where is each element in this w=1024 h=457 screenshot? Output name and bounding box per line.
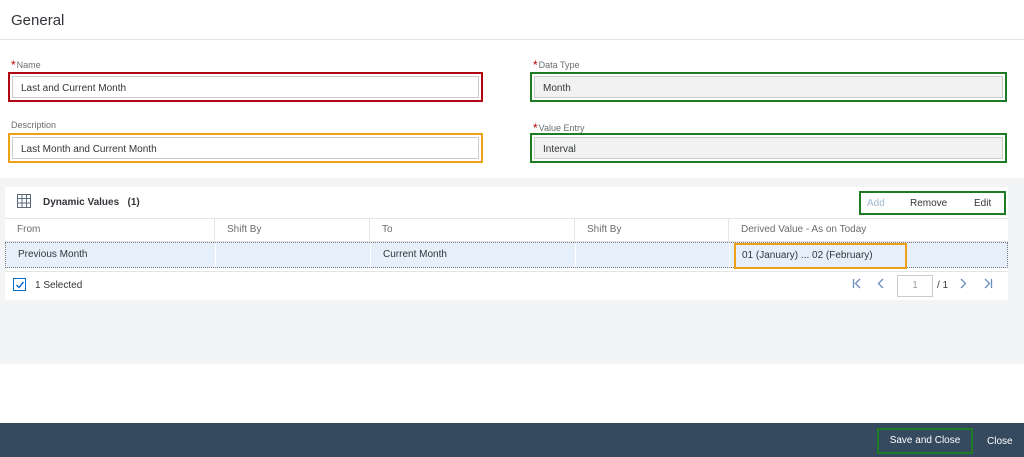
table-row[interactable]: Previous Month Current Month 01 (January… <box>5 242 1008 269</box>
page-title: General <box>11 12 65 29</box>
last-page-icon[interactable] <box>982 278 993 292</box>
table-title: Dynamic Values (1) <box>43 197 140 208</box>
data-type-field[interactable]: Month <box>530 72 1007 102</box>
table-toolbar: Dynamic Values (1) Add Remove Edit <box>5 187 1008 217</box>
value-entry-value: Interval <box>534 137 1003 159</box>
save-and-close-button[interactable]: Save and Close <box>877 428 973 454</box>
page-number-input[interactable]: 1 <box>897 275 933 297</box>
dialog-footer: Save and Close Close <box>0 423 1024 457</box>
table-action-buttons: Add Remove Edit <box>859 191 1006 215</box>
checkmark-icon <box>16 281 25 289</box>
cell-shift-by-2[interactable] <box>576 243 730 267</box>
column-header-shift-by-2[interactable]: Shift By <box>575 219 729 241</box>
next-page-icon[interactable] <box>959 278 968 292</box>
general-form: *Name Last and Current Month Description… <box>0 41 1024 178</box>
column-header-from[interactable]: From <box>5 219 215 241</box>
column-header-shift-by[interactable]: Shift By <box>215 219 370 241</box>
name-label: *Name <box>11 58 41 72</box>
cell-shift-by[interactable] <box>216 243 371 267</box>
previous-page-icon[interactable] <box>876 278 885 292</box>
edit-button[interactable]: Edit <box>974 198 991 209</box>
page-total: / 1 <box>937 280 949 291</box>
dynamic-values-table: Dynamic Values (1) Add Remove Edit From … <box>5 187 1008 300</box>
description-input[interactable]: Last Month and Current Month <box>8 133 483 163</box>
data-type-label: *Data Type <box>533 58 580 72</box>
first-page-icon[interactable] <box>852 278 863 292</box>
close-button[interactable]: Close <box>987 436 1013 447</box>
value-entry-label: *Value Entry <box>533 121 585 135</box>
cell-derived-value: 01 (January) ... 02 (February) <box>734 243 907 269</box>
add-button[interactable]: Add <box>867 198 885 209</box>
dialog-header: General <box>0 0 1024 40</box>
table-footer: 1 Selected 1 / 1 <box>5 271 1008 299</box>
data-type-value: Month <box>534 76 1003 98</box>
description-input-value[interactable]: Last Month and Current Month <box>12 137 479 159</box>
description-label: Description <box>11 120 57 130</box>
column-header-derived-value[interactable]: Derived Value - As on Today <box>729 219 1008 241</box>
cell-to[interactable]: Current Month <box>371 243 576 267</box>
table-icon <box>17 194 31 208</box>
remove-button[interactable]: Remove <box>910 198 947 209</box>
name-input[interactable]: Last and Current Month <box>8 72 483 102</box>
value-entry-field[interactable]: Interval <box>530 133 1007 163</box>
selection-checkbox[interactable] <box>13 278 26 291</box>
cell-from[interactable]: Previous Month <box>6 243 216 267</box>
column-header-to[interactable]: To <box>370 219 575 241</box>
table-header: From Shift By To Shift By Derived Value … <box>5 218 1008 242</box>
name-input-value[interactable]: Last and Current Month <box>12 76 479 98</box>
selected-count: 1 Selected <box>35 280 83 291</box>
